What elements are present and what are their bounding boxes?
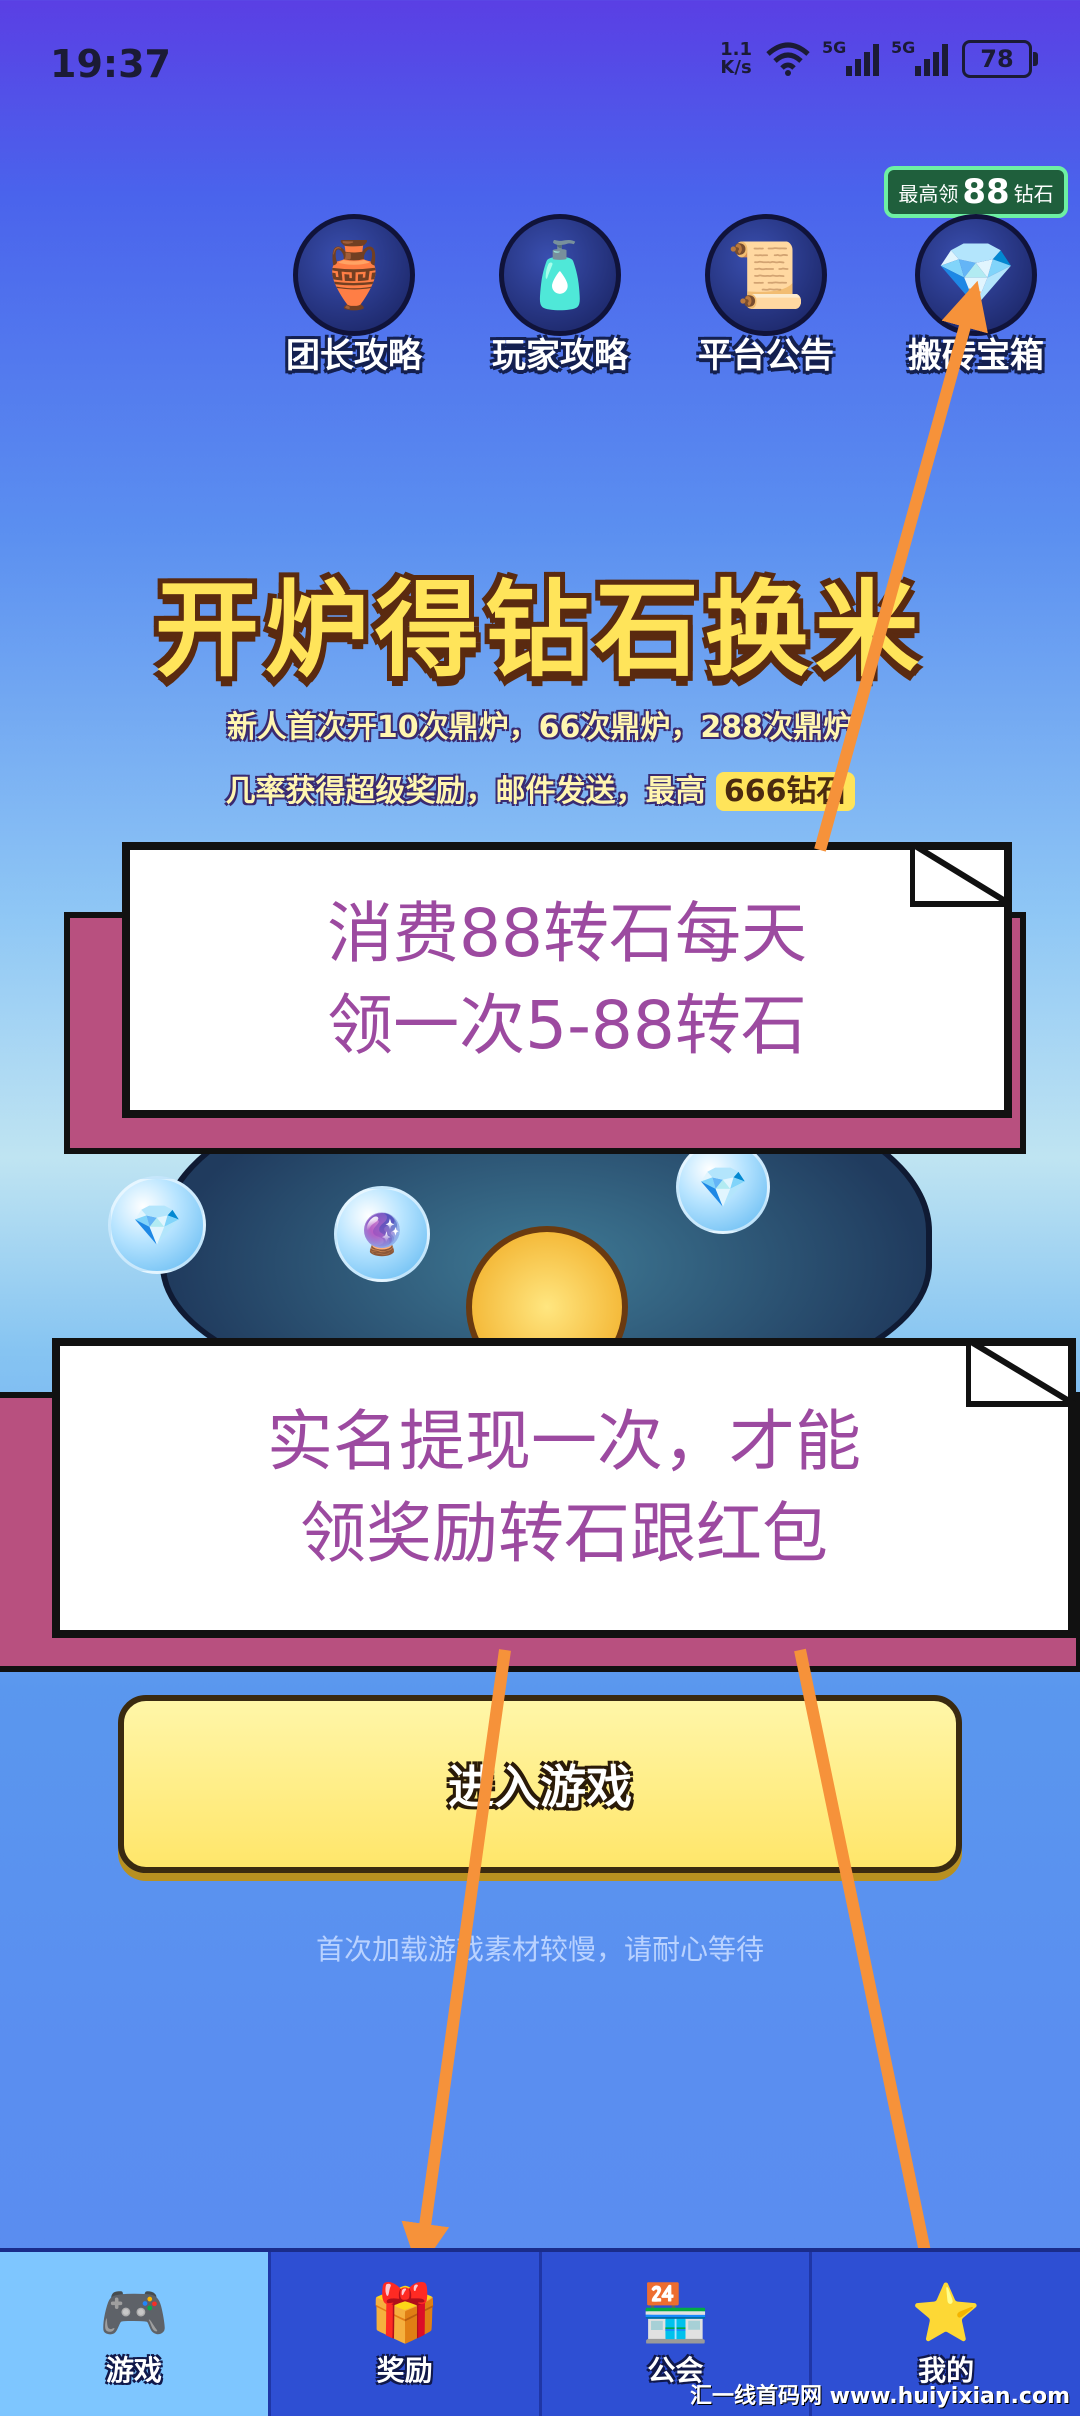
- scroll-icon: 📜: [705, 214, 827, 336]
- hero-subtitle-text: 几率获得超级奖励，邮件发送，最高: [225, 774, 706, 809]
- gamepad-icon: 🎮: [99, 2281, 169, 2346]
- tab-game[interactable]: 🎮 游戏: [0, 2252, 271, 2416]
- loading-hint: 首次加载游戏素材较慢，请耐心等待: [315, 1933, 764, 1966]
- crystal-bubble-icon: 🔮: [334, 1186, 430, 1282]
- network-speed: 1.1 K/s: [720, 41, 752, 77]
- shortcut-label: 团长攻略: [286, 336, 422, 376]
- note-line: 领奖励转石跟红包: [300, 1495, 828, 1572]
- signal-1-label: 5G: [822, 38, 847, 57]
- status-bar: 19:37 1.1 K/s 5G 5G 78: [0, 0, 1080, 130]
- note-fold-corner: [966, 1338, 1076, 1407]
- shortcut-player-guide[interactable]: 🧴 玩家攻略: [460, 214, 660, 377]
- note-line: 消费88转石每天: [327, 895, 807, 972]
- network-speed-unit: K/s: [720, 57, 752, 78]
- enter-game-button[interactable]: 进入游戏: [118, 1695, 962, 1873]
- signal-strength-icon-2: 5G: [891, 38, 948, 76]
- status-time: 19:37: [50, 42, 171, 86]
- signal-2-label: 5G: [891, 38, 916, 57]
- shortcut-label: 玩家攻略: [492, 336, 628, 376]
- note-card: 消费88转石每天 领一次5-88转石: [122, 842, 1012, 1118]
- note-card: 实名提现一次，才能 领奖励转石跟红包: [52, 1338, 1076, 1638]
- signal-strength-icon-1: 5G: [822, 38, 879, 76]
- badge-number: 88: [962, 172, 1010, 212]
- diamond-bubble-icon: 💎: [108, 1176, 206, 1274]
- note-line: 实名提现一次，才能: [267, 1403, 861, 1480]
- note-line: 领一次5-88转石: [327, 987, 807, 1064]
- shortcut-treasure-chest[interactable]: 💎 搬砖宝箱: [876, 214, 1076, 377]
- shortcut-leader-guide[interactable]: 🏺 团长攻略: [254, 214, 454, 377]
- max-diamond-badge: 最高领 88 钻石: [884, 166, 1068, 218]
- tab-label: 游戏: [105, 2354, 162, 2387]
- shortcut-label: 平台公告: [698, 336, 834, 376]
- shortcut-label: 搬砖宝箱: [908, 336, 1044, 376]
- guild-shop-icon: 🏪: [640, 2281, 711, 2346]
- shortcut-platform-notice[interactable]: 📜 平台公告: [666, 214, 866, 377]
- hero-subtitle-line-2: 几率获得超级奖励，邮件发送，最高 666钻石: [0, 766, 1080, 811]
- watermark: 汇一线首码网 www.huiyixian.com: [689, 2384, 1070, 2409]
- note-fold-corner: [910, 842, 1012, 907]
- badge-suffix: 钻石: [1013, 181, 1054, 206]
- gourd-icon: 🏺: [293, 214, 415, 336]
- treasure-chest-icon: 💎: [915, 214, 1037, 336]
- tab-label: 奖励: [376, 2354, 433, 2387]
- hero-subtitle-line-1: 新人首次开10次鼎炉，66次鼎炉，288次鼎炉: [226, 710, 854, 745]
- tab-reward[interactable]: 🎁 奖励: [271, 2252, 542, 2416]
- hero-title: 开炉得钻石换米: [154, 569, 925, 691]
- reward-chest-icon: 🎁: [369, 2281, 440, 2346]
- wifi-icon: [766, 42, 810, 76]
- badge-prefix: 最高领: [898, 181, 959, 206]
- status-icons: 1.1 K/s 5G 5G 78: [720, 38, 1038, 78]
- battery-icon: 78: [962, 40, 1038, 78]
- profile-icon: ⭐: [911, 2281, 981, 2346]
- hero-subtitle-highlight: 666钻石: [715, 772, 855, 811]
- diamond-bubble-icon: 💎: [676, 1140, 770, 1234]
- spray-icon: 🧴: [499, 214, 621, 336]
